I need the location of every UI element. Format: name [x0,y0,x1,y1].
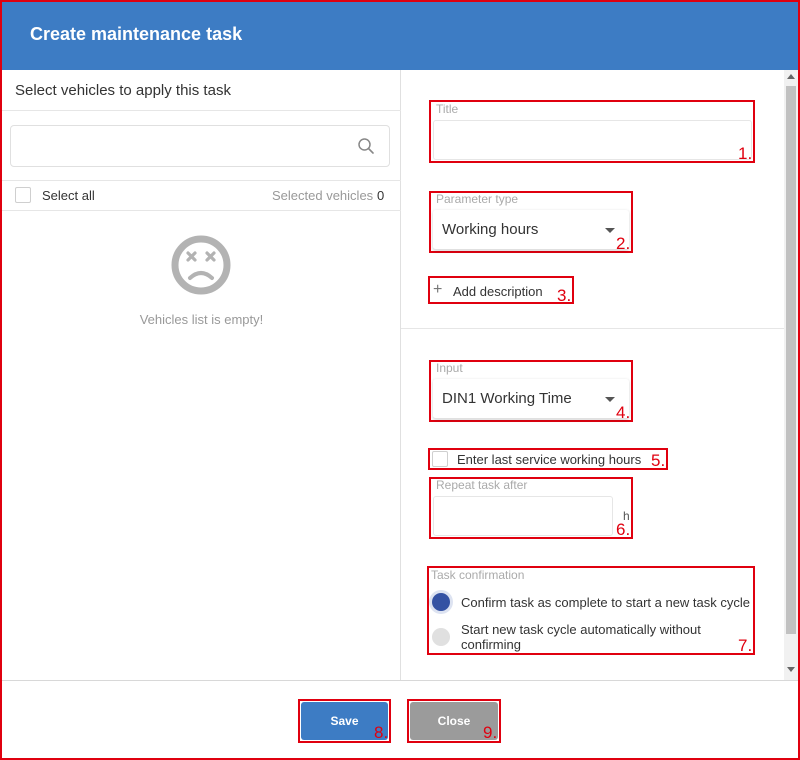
selected-vehicles-label: Selected vehicles [272,188,374,203]
annotation-7: 7. [738,636,753,655]
divider [2,180,401,181]
title-input[interactable] [433,120,752,160]
scrollbar-thumb[interactable] [786,86,796,634]
repeat-after-input[interactable] [433,496,613,536]
divider [2,210,401,211]
task-confirmation-label: Task confirmation [431,568,525,582]
footer-divider [2,680,798,681]
annotation-5: 5. [651,451,666,470]
annotation-2: 2. [616,234,631,253]
annotation-3: 3. [557,286,572,305]
auto-cycle-radio[interactable] [432,628,450,646]
sad-face-icon [171,235,231,295]
plus-icon[interactable]: + [433,282,442,298]
divider [2,110,401,111]
select-all-checkbox[interactable] [15,187,31,203]
parameter-type-label: Parameter type [436,192,519,206]
chevron-down-icon [605,228,615,233]
parameter-type-value: Working hours [442,221,539,238]
scroll-up-icon[interactable] [787,74,795,79]
annotation-4: 4. [616,403,631,422]
last-service-label: Enter last service working hours [457,452,642,467]
last-service-checkbox[interactable] [432,451,448,467]
input-select[interactable]: DIN1 Working Time [433,379,629,419]
vehicle-selection-panel: Select vehicles to apply this task Selec… [2,70,401,680]
search-icon[interactable] [357,137,375,155]
empty-list-message: Vehicles list is empty! [139,312,264,327]
dialog-title: Create maintenance task [30,24,243,44]
repeat-after-label: Repeat task after [436,478,528,492]
annotation-6: 6. [616,520,631,539]
title-label: Title [436,102,459,116]
scroll-down-icon[interactable] [787,667,795,672]
parameter-type-select[interactable]: Working hours [433,210,629,250]
confirm-task-label: Confirm task as complete to start a new … [461,595,750,610]
input-value: DIN1 Working Time [442,390,572,407]
dialog-header: Create maintenance task [2,2,798,70]
auto-cycle-label: Start new task cycle automatically witho… [461,622,701,652]
chevron-down-icon [605,397,615,402]
vehicle-search-input[interactable] [10,125,390,167]
annotation-8: 8. [374,723,389,742]
add-description-button[interactable]: Add description [453,284,543,299]
input-label: Input [436,361,463,375]
vehicle-panel-heading: Select vehicles to apply this task [15,82,231,99]
select-all-label: Select all [42,188,95,203]
selected-vehicles-count: 0 [377,188,385,203]
annotation-1: 1. [738,144,753,163]
divider [401,328,784,329]
confirm-task-radio[interactable] [432,593,450,611]
annotation-9: 9. [483,723,498,742]
